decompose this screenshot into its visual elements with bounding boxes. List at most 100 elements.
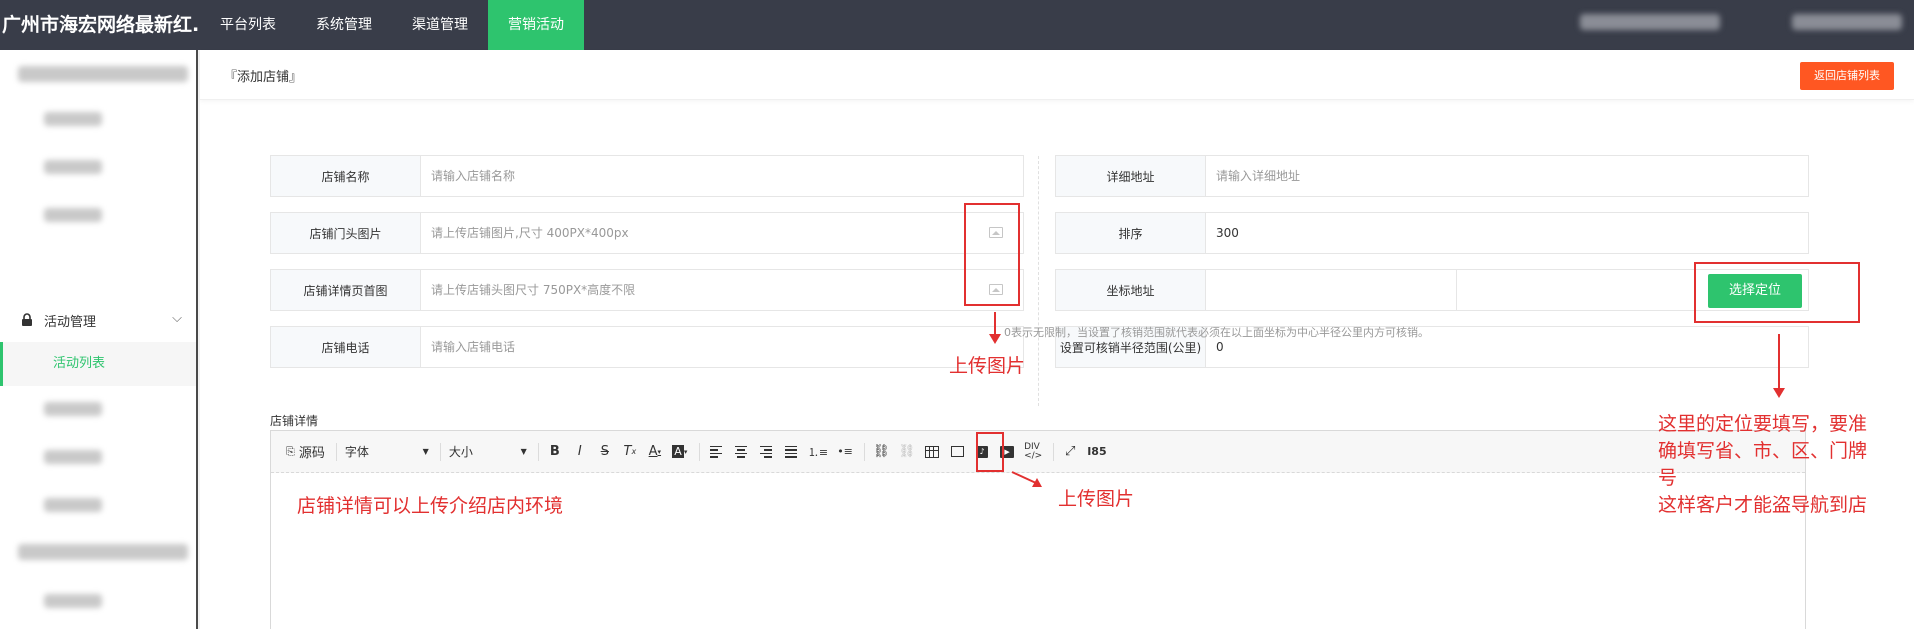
font-color-icon[interactable]: A ▾	[644, 440, 666, 464]
align-left-icon[interactable]	[705, 440, 727, 464]
toolbar-separator	[1053, 442, 1055, 461]
format-icon[interactable]: I85	[1084, 440, 1109, 464]
clear-format-icon[interactable]: Tx	[619, 440, 641, 464]
back-to-store-list-button[interactable]: 返回店铺列表	[1800, 62, 1894, 90]
toolbar-separator	[439, 442, 441, 461]
chevron-down-icon: ⌵	[172, 311, 182, 326]
unlink-icon[interactable]: ⛓	[896, 440, 919, 464]
blurred-user-info	[1580, 14, 1720, 30]
align-center-icon[interactable]	[730, 440, 752, 464]
toolbar-separator	[698, 442, 700, 461]
bold-icon[interactable]: B	[544, 440, 566, 464]
address-label: 详细地址	[1056, 156, 1206, 196]
nav-tab-platform-list[interactable]: 平台列表	[200, 0, 296, 50]
source-code-button[interactable]: ⎘ 源码	[283, 440, 328, 464]
phone-row: 店铺电话 请输入店铺电话	[270, 326, 1024, 368]
blurred-menu-item[interactable]	[44, 112, 102, 126]
blurred-menu-item[interactable]	[44, 594, 102, 608]
html-div-icon[interactable]: DIV </>	[1021, 440, 1045, 464]
blurred-menu-item[interactable]	[18, 66, 188, 82]
table-icon[interactable]	[921, 440, 943, 464]
top-navbar: 广州市海宏网络最新红... 平台列表 系统管理 渠道管理 营销活动	[0, 0, 1914, 50]
detail-image-input[interactable]: 请上传店铺头图尺寸 750PX*高度不限	[421, 270, 1023, 310]
store-name-input[interactable]: 请输入店铺名称	[421, 156, 1023, 196]
source-code-label: 源码	[298, 446, 325, 461]
address-row: 详细地址 请输入详细地址	[1055, 155, 1809, 197]
sort-row: 排序 300	[1055, 212, 1809, 254]
annotation-location-note-line3: 号	[1658, 467, 1678, 489]
door-image-row: 店铺门头图片 请上传店铺图片,尺寸 400PX*400px	[270, 212, 1024, 254]
annotation-location-note-line1: 这里的定位要填写，要准	[1658, 413, 1868, 435]
annotation-upload-image-2: 上传图片	[1058, 488, 1135, 510]
blurred-menu-item[interactable]	[44, 450, 102, 464]
detail-image-label: 店铺详情页首图	[271, 270, 421, 310]
annotation-arrow	[1773, 334, 1785, 398]
italic-icon[interactable]: I	[569, 440, 591, 464]
lock-icon	[22, 313, 32, 326]
blurred-menu-item[interactable]	[44, 208, 102, 222]
blurred-menu-item[interactable]	[44, 498, 102, 512]
editor-toolbar: ⎘ 源码 字体 ▼ 大小 ▼ B I S Tx A ▾ A ▾ ⒈≡ •≡ ⛓ ⛓ …	[271, 431, 1805, 473]
sidebar-group-activity-management[interactable]: 活动管理 ⌵	[0, 302, 196, 338]
annotation-location-note-line2: 确填写省、市、区、门牌	[1658, 440, 1868, 462]
align-right-icon[interactable]	[755, 440, 777, 464]
column-divider	[1038, 156, 1039, 406]
phone-input[interactable]: 请输入店铺电话	[421, 327, 1023, 367]
font-size-label: 大小	[448, 445, 473, 459]
door-image-placeholder: 请上传店铺图片,尺寸 400PX*400px	[431, 226, 629, 240]
coords-label: 坐标地址	[1056, 270, 1206, 310]
store-name-row: 店铺名称 请输入店铺名称	[270, 155, 1024, 197]
blurred-menu-item[interactable]	[44, 160, 102, 174]
sort-label: 排序	[1056, 213, 1206, 253]
brand-title: 广州市海宏网络最新红...	[2, 14, 200, 36]
page-header: 『添加店铺』 返回店铺列表	[200, 50, 1914, 100]
sidebar: 活动管理 ⌵ 活动列表	[0, 50, 198, 629]
toolbar-separator	[537, 442, 539, 461]
ordered-list-icon[interactable]: ⒈≡	[805, 440, 831, 464]
address-input[interactable]: 请输入详细地址	[1206, 156, 1808, 196]
door-image-input[interactable]: 请上传店铺图片,尺寸 400PX*400px	[421, 213, 1023, 253]
annotation-location-note-line4: 这样客户才能盗导航到店	[1658, 494, 1868, 516]
caret-down-icon: ▼	[520, 447, 527, 456]
store-detail-label: 店铺详情	[270, 414, 319, 428]
detail-image-placeholder: 请上传店铺头图尺寸 750PX*高度不限	[431, 283, 636, 297]
toolbar-separator	[335, 442, 337, 461]
unordered-list-icon[interactable]: •≡	[834, 440, 856, 464]
annotation-arrow	[1011, 471, 1042, 487]
font-family-select[interactable]: 字体 ▼	[342, 440, 432, 464]
store-name-label: 店铺名称	[271, 156, 421, 196]
annotation-upload-image-1: 上传图片	[949, 355, 1026, 377]
fullscreen-icon[interactable]: ⤢	[1059, 440, 1081, 464]
blurred-menu-item[interactable]	[44, 402, 102, 416]
annotation-detail-note: 店铺详情可以上传介绍店内环境	[297, 495, 564, 517]
strikethrough-icon[interactable]: S	[594, 440, 616, 464]
nav-tab-channel-management[interactable]: 渠道管理	[392, 0, 488, 50]
coords-field-divider	[1456, 270, 1457, 310]
blurred-account-menu[interactable]	[1792, 14, 1902, 30]
nav-tab-marketing[interactable]: 营销活动	[488, 0, 584, 50]
blurred-menu-item[interactable]	[18, 544, 188, 560]
door-image-label: 店铺门头图片	[271, 213, 421, 253]
toolbar-separator	[864, 442, 866, 461]
caret-down-icon: ▼	[422, 447, 429, 456]
nav-tab-system-management[interactable]: 系统管理	[296, 0, 392, 50]
font-size-select[interactable]: 大小 ▼	[446, 440, 530, 464]
annotation-box-editor-image	[976, 432, 1004, 472]
insert-image-icon[interactable]	[946, 440, 968, 464]
align-justify-icon[interactable]	[780, 440, 802, 464]
font-family-label: 字体	[344, 445, 369, 459]
sidebar-group-label: 活动管理	[44, 314, 97, 330]
background-color-icon[interactable]: A ▾	[669, 440, 691, 464]
detail-image-row: 店铺详情页首图 请上传店铺头图尺寸 750PX*高度不限	[270, 269, 1024, 311]
annotation-box-image-uploads	[964, 203, 1020, 306]
annotation-arrow	[989, 312, 1001, 344]
annotation-box-location	[1694, 262, 1860, 323]
breadcrumb: 『添加店铺』	[224, 70, 303, 85]
link-icon[interactable]: ⛓	[870, 440, 893, 464]
sort-input[interactable]: 300	[1206, 213, 1808, 253]
sidebar-item-activity-list[interactable]: 活动列表	[0, 342, 196, 386]
source-code-icon: ⎘	[286, 444, 295, 458]
radius-hint: 0表示无限制，当设置了核销范围就代表必须在以上面坐标为中心半径公里内方可核销。	[1004, 326, 1429, 339]
rich-text-editor: ⎘ 源码 字体 ▼ 大小 ▼ B I S Tx A ▾ A ▾ ⒈≡ •≡ ⛓ ⛓ …	[270, 430, 1806, 629]
phone-label: 店铺电话	[271, 327, 421, 367]
